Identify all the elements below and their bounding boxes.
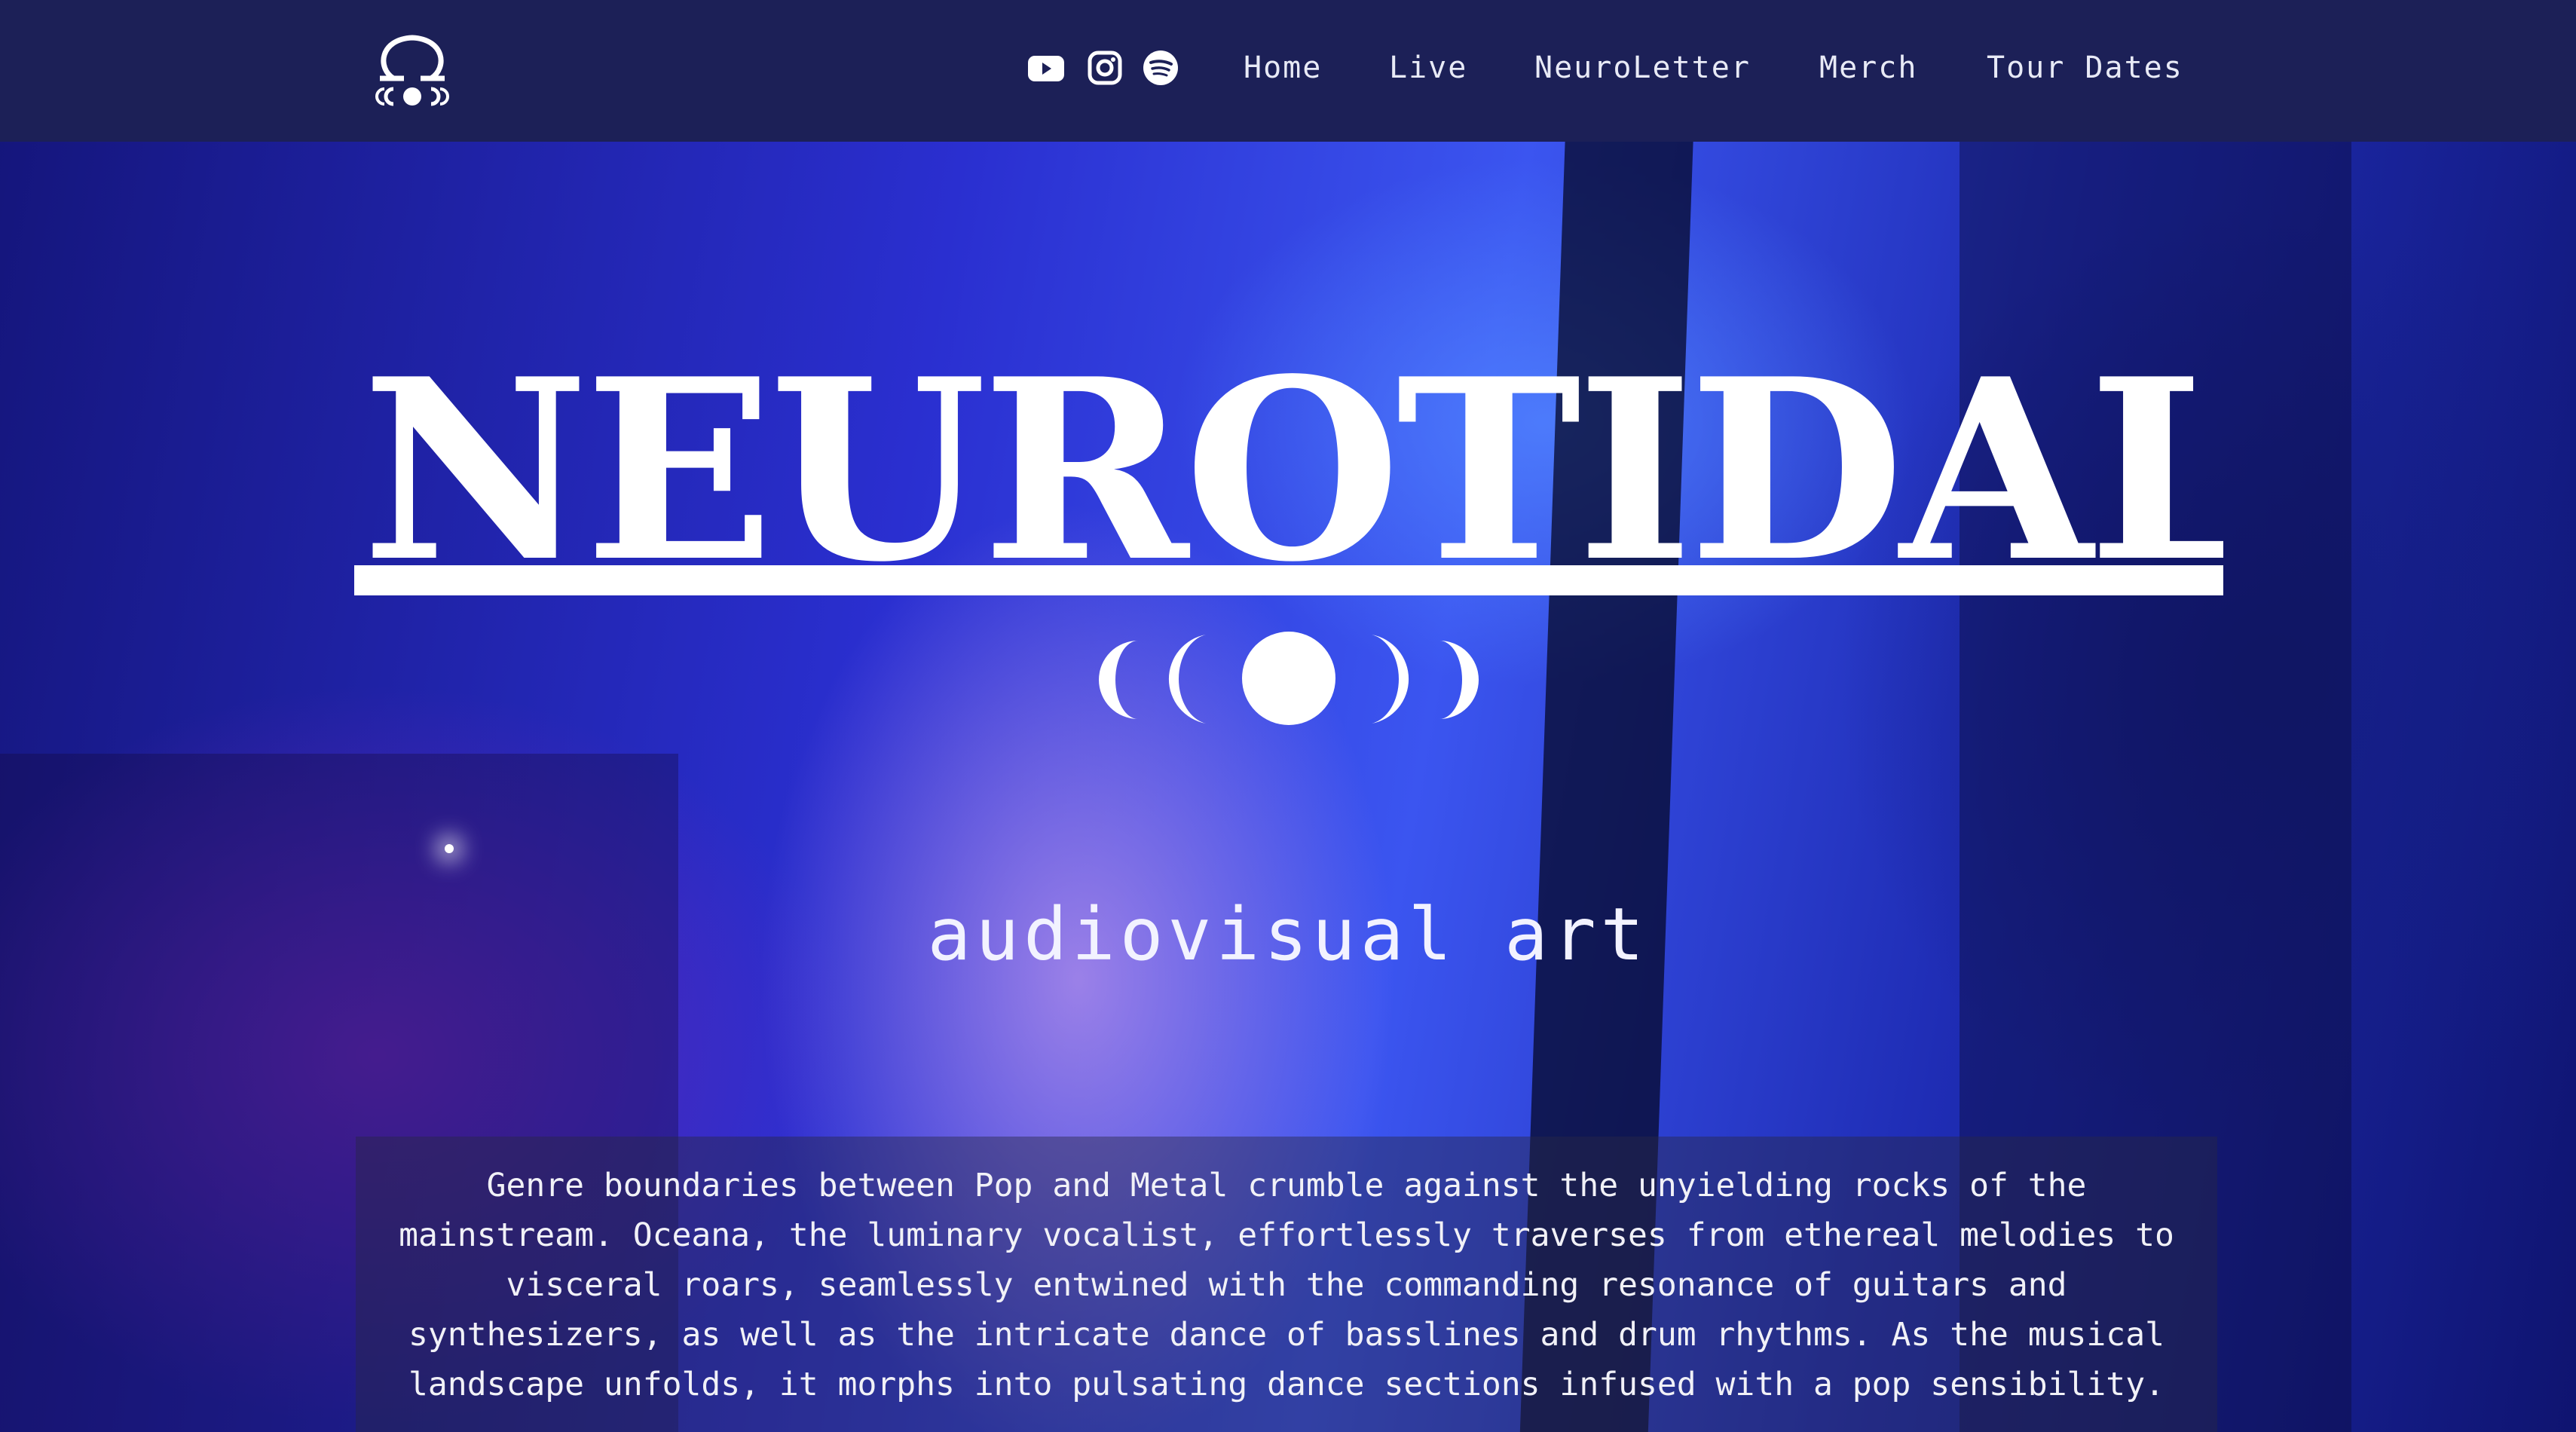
nav-link-merch[interactable]: Merch	[1819, 45, 1917, 90]
instagram-link[interactable]	[1085, 48, 1124, 87]
omega-logo-icon	[375, 35, 449, 106]
youtube-icon	[1028, 56, 1064, 81]
band-description: Genre boundaries between Pop and Metal c…	[399, 1167, 2174, 1403]
nav-link-live[interactable]: Live	[1389, 45, 1467, 90]
tagline: audiovisual art	[927, 892, 1649, 977]
brand-logo: NEUROTIDAL	[354, 309, 2264, 746]
nav-link-home[interactable]: Home	[1244, 45, 1322, 90]
youtube-link[interactable]	[1026, 48, 1066, 87]
nav-link-neuroletter[interactable]: NeuroLetter	[1534, 45, 1751, 90]
top-nav-bar: Home Live NeuroLetter Merch Tour Dates	[0, 0, 2576, 142]
spotify-icon	[1143, 50, 1178, 85]
neurotidal-wordmark: NEUROTIDAL	[354, 324, 2264, 725]
omega-logo-link[interactable]	[371, 29, 454, 110]
nav-link-tour-dates[interactable]: Tour Dates	[1987, 45, 2183, 90]
instagram-icon	[1088, 50, 1122, 85]
spotify-link[interactable]	[1141, 48, 1180, 87]
